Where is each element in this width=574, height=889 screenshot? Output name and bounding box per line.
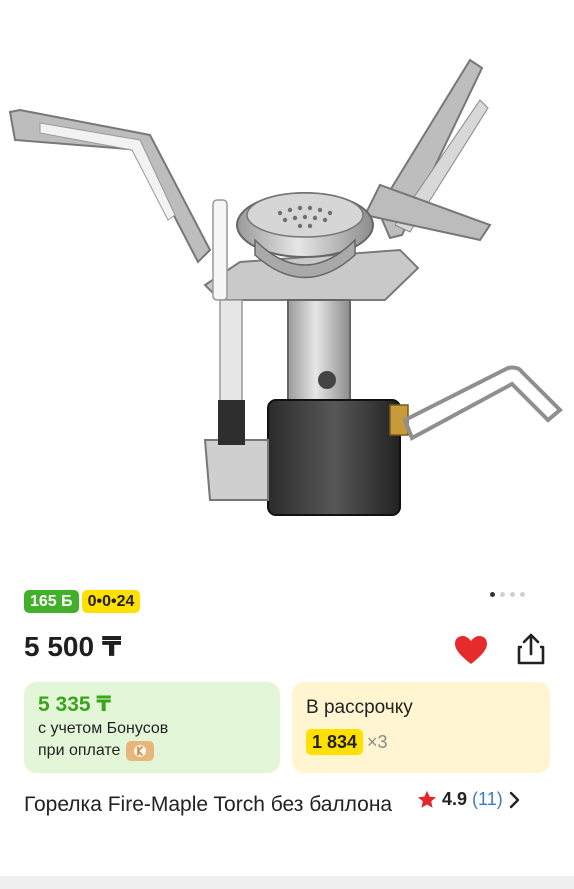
installment-amount: 1 834 bbox=[306, 729, 364, 755]
installment-multiplier: ×3 bbox=[367, 731, 388, 752]
payment-caption: при оплате bbox=[38, 742, 121, 759]
section-divider bbox=[0, 876, 574, 889]
pagination-dot-active[interactable] bbox=[490, 592, 495, 597]
pagination-dot[interactable] bbox=[510, 592, 515, 597]
bonus-price: 5 335 ₸ bbox=[38, 693, 111, 716]
installment-badge: 0•0•24 bbox=[81, 590, 141, 613]
gallery-pagination[interactable] bbox=[490, 592, 525, 597]
bonus-price-card[interactable]: 5 335 ₸ с учетом Бонусов при оплате bbox=[24, 682, 280, 773]
kaspi-icon bbox=[126, 741, 155, 761]
stove-illustration bbox=[8, 58, 563, 516]
installment-card[interactable]: В рассрочку 1 834 ×3 bbox=[292, 682, 550, 773]
rating-link[interactable]: 4.9 (11) bbox=[417, 789, 520, 810]
share-icon bbox=[517, 633, 545, 665]
rating-value: 4.9 bbox=[442, 789, 468, 809]
chevron-right-icon bbox=[509, 791, 519, 808]
promo-badges: 165 Б 0•0•24 bbox=[24, 590, 141, 613]
favorite-button[interactable] bbox=[451, 630, 491, 670]
star-icon bbox=[418, 790, 436, 808]
share-button[interactable] bbox=[510, 628, 552, 670]
installment-title: В рассрочку bbox=[306, 697, 413, 718]
bonus-caption: с учетом Бонусов bbox=[38, 720, 169, 737]
review-count[interactable]: (11) bbox=[472, 789, 503, 810]
product-image[interactable] bbox=[0, 0, 574, 580]
heart-icon bbox=[455, 636, 487, 664]
product-title: Горелка Fire-Maple Torch без баллона bbox=[24, 793, 393, 816]
bonus-badge: 165 Б bbox=[24, 590, 79, 613]
pagination-dot[interactable] bbox=[520, 592, 525, 597]
pagination-dot[interactable] bbox=[500, 592, 505, 597]
product-price: 5 500 ₸ bbox=[24, 631, 122, 662]
